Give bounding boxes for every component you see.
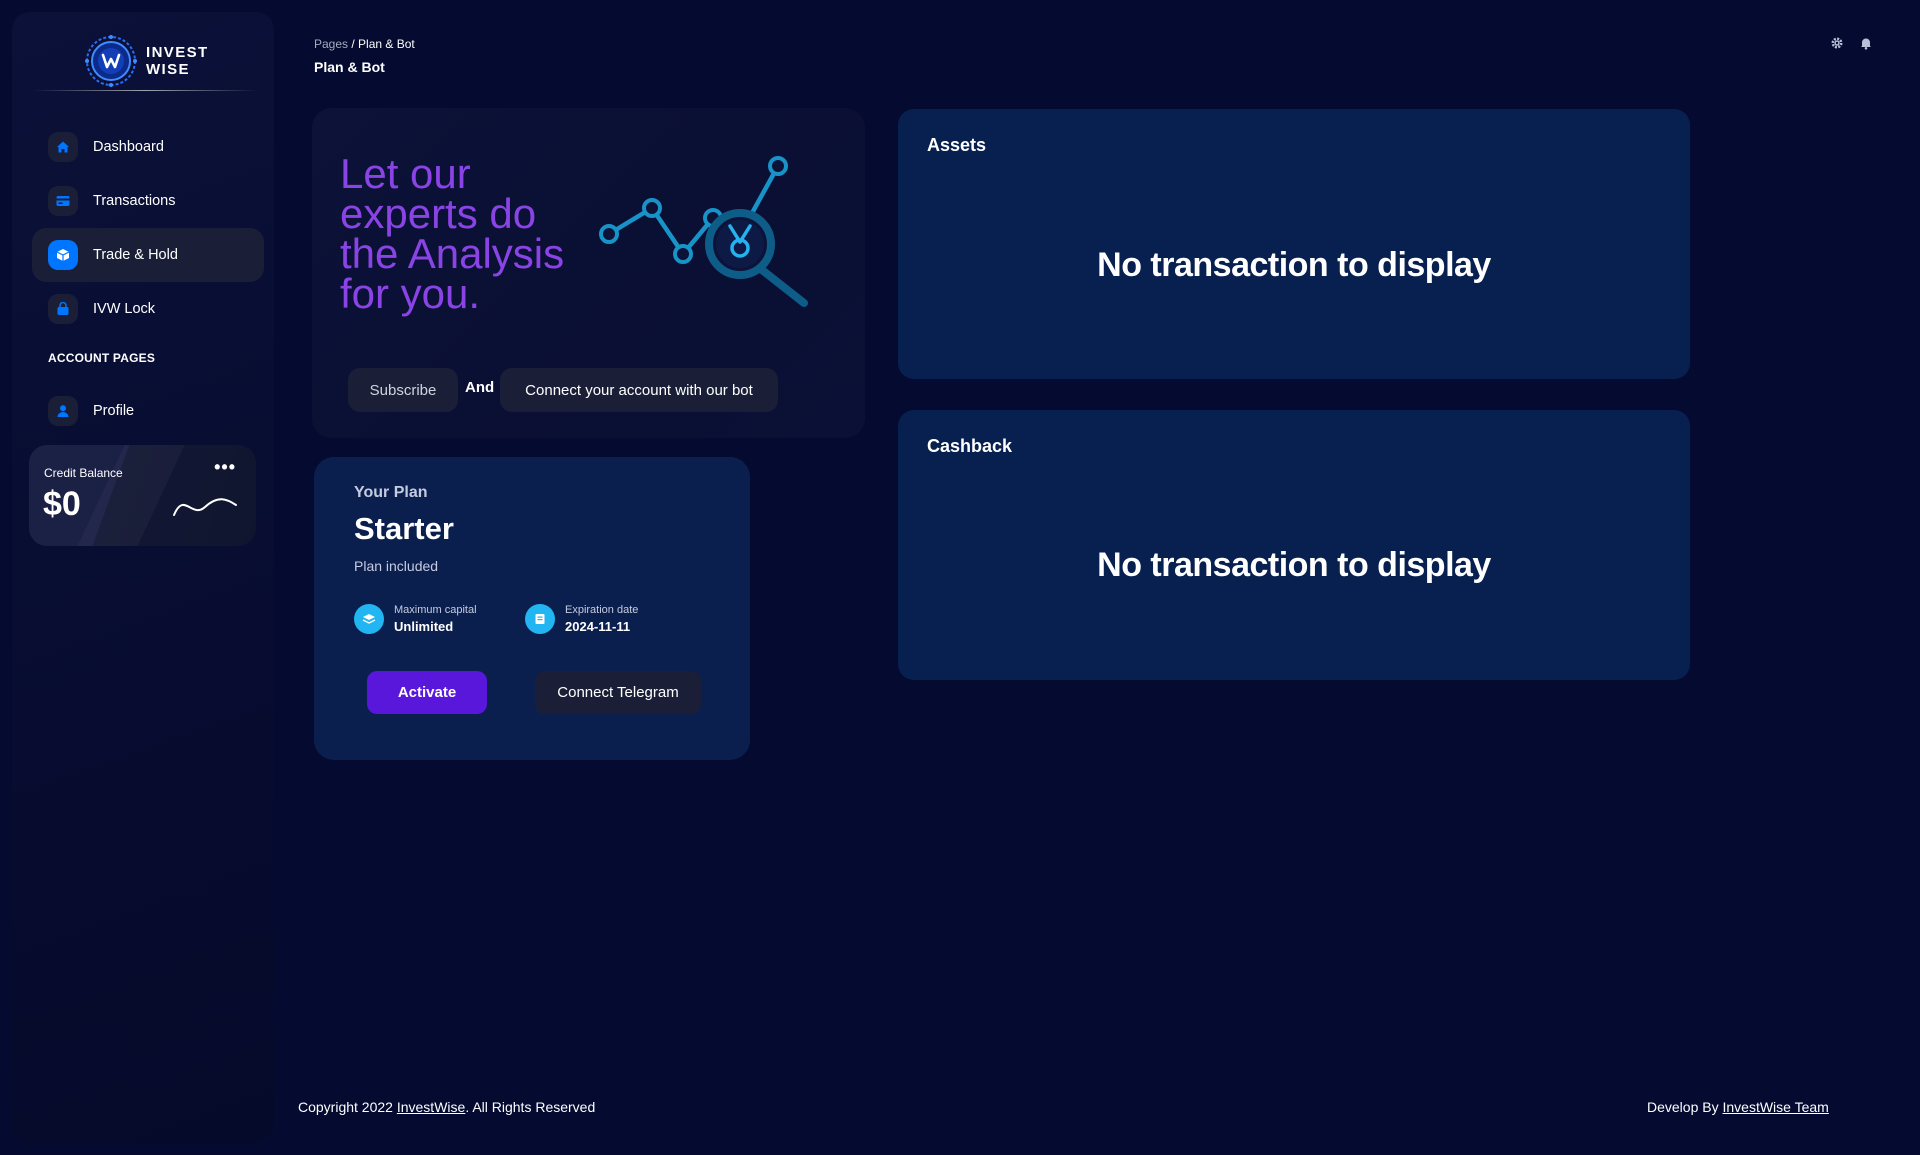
cashback-title: Cashback — [927, 436, 1013, 456]
promo-heading: Let our experts do the Analysis for you. — [340, 150, 565, 317]
copyright-suffix: . All Rights Reserved — [465, 1099, 596, 1115]
credit-balance-label: Credit Balance — [44, 466, 123, 480]
plan-name: Starter — [354, 511, 454, 546]
sidebar-item-label: Trade & Hold — [93, 247, 178, 263]
sidebar-item-label: Transactions — [93, 193, 176, 209]
develop-prefix: Develop By — [1647, 1099, 1723, 1115]
breadcrumb-separator: / — [348, 37, 359, 51]
bot-promo-card: Let our experts do the Analysis for you.… — [312, 108, 865, 438]
lock-bag-icon — [48, 294, 78, 324]
home-icon — [48, 132, 78, 162]
footer-credit: Develop By InvestWise Team — [1647, 1099, 1829, 1115]
connect-bot-button[interactable]: Connect your account with our bot — [500, 368, 778, 412]
plan-subtitle: Plan included — [354, 558, 439, 574]
layers-icon — [354, 604, 384, 634]
cashback-panel: Cashback No transaction to display — [898, 410, 1690, 680]
sidebar: INVEST WISE Dashboard Transactions Trade… — [12, 12, 274, 1143]
sidebar-item-trade-hold[interactable]: Trade & Hold — [32, 228, 264, 282]
sidebar-item-label: Profile — [93, 403, 135, 419]
document-icon — [525, 604, 555, 634]
footer-copyright: Copyright 2022 InvestWise. All Rights Re… — [298, 1099, 595, 1115]
and-label: And — [465, 379, 495, 396]
card-icon — [48, 186, 78, 216]
brand-logo[interactable]: INVEST WISE — [84, 28, 224, 94]
assets-panel: Assets No transaction to display — [898, 109, 1690, 379]
more-icon[interactable]: ••• — [214, 457, 236, 478]
expiration-date-stat: Expiration date 2024-11-11 — [525, 604, 638, 634]
wave-icon — [173, 498, 237, 516]
brand-line-1: INVEST — [146, 44, 209, 61]
stat-label: Expiration date — [565, 604, 639, 616]
plan-label: Your Plan — [354, 484, 428, 501]
analysis-chart-icon — [599, 156, 808, 307]
sidebar-item-transactions[interactable]: Transactions — [32, 174, 264, 228]
cashback-empty-message: No transaction to display — [1097, 546, 1491, 584]
max-capital-stat: Maximum capital Unlimited — [354, 604, 477, 634]
sidebar-item-dashboard[interactable]: Dashboard — [32, 120, 264, 174]
breadcrumb-root[interactable]: Pages — [314, 37, 348, 51]
assets-title: Assets — [927, 135, 987, 155]
brand-name: INVEST WISE — [146, 44, 209, 78]
assets-empty-message: No transaction to display — [1097, 246, 1491, 284]
copyright-prefix: Copyright 2022 — [298, 1099, 397, 1115]
brand-line-2: WISE — [146, 61, 190, 78]
breadcrumb: Pages / Plan & Bot — [314, 37, 415, 51]
sidebar-item-profile[interactable]: Profile — [32, 384, 264, 438]
subscribe-button[interactable]: Subscribe — [348, 368, 458, 412]
investwise-team-link[interactable]: InvestWise Team — [1722, 1099, 1828, 1115]
activate-button[interactable]: Activate — [367, 671, 487, 714]
bell-icon[interactable] — [1859, 36, 1873, 50]
page-title: Plan & Bot — [314, 59, 385, 75]
cube-icon — [48, 240, 78, 270]
connect-telegram-button[interactable]: Connect Telegram — [535, 671, 701, 714]
credit-balance-card: Credit Balance $0 ••• — [29, 445, 256, 546]
investwise-link[interactable]: InvestWise — [397, 1099, 465, 1115]
credit-balance-value: $0 — [43, 485, 81, 523]
section-label-account-pages: ACCOUNT PAGES — [48, 351, 156, 365]
sidebar-item-ivw-lock[interactable]: IVW Lock — [32, 282, 264, 336]
breadcrumb-current: Plan & Bot — [358, 37, 415, 51]
sidebar-item-label: Dashboard — [93, 139, 164, 155]
sidebar-item-label: IVW Lock — [93, 301, 156, 317]
plan-card: Your Plan Starter Plan included Maximum … — [314, 457, 750, 760]
stat-value: 2024-11-11 — [565, 619, 631, 634]
stat-value: Unlimited — [394, 619, 454, 634]
user-icon — [48, 396, 78, 426]
stat-label: Maximum capital — [394, 604, 477, 616]
logo-icon — [85, 35, 137, 87]
sidebar-divider — [32, 90, 258, 91]
gear-icon[interactable] — [1830, 36, 1844, 50]
